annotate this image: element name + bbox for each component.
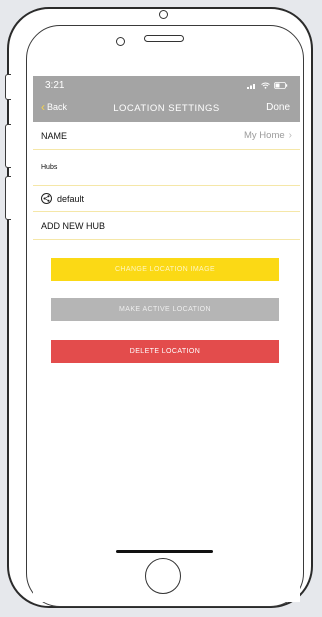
battery-icon bbox=[274, 81, 288, 89]
delete-location-button[interactable]: DELETE LOCATION bbox=[51, 340, 279, 363]
chevron-right-icon: › bbox=[288, 130, 292, 141]
name-row[interactable]: NAME My Home › bbox=[33, 122, 300, 150]
add-new-hub-label: ADD NEW HUB bbox=[41, 220, 106, 231]
app-screen: 3:21 ‹ Back LOCATION SETTINGS Done NAME … bbox=[33, 76, 300, 602]
status-icons bbox=[247, 81, 288, 89]
front-camera bbox=[116, 37, 125, 46]
volume-down-button bbox=[5, 176, 11, 220]
wifi-icon bbox=[261, 82, 270, 89]
home-button bbox=[145, 558, 181, 594]
change-location-image-button[interactable]: CHANGE LOCATION IMAGE bbox=[51, 258, 279, 281]
signal-icon bbox=[247, 83, 255, 89]
hub-name: default bbox=[57, 193, 85, 204]
add-new-hub-row[interactable]: ADD NEW HUB bbox=[33, 212, 300, 240]
status-time: 3:21 bbox=[45, 79, 65, 91]
done-button[interactable]: Done bbox=[266, 102, 290, 113]
share-icon bbox=[41, 193, 52, 204]
nav-bar: ‹ Back LOCATION SETTINGS Done bbox=[33, 94, 300, 122]
volume-up-button bbox=[5, 124, 11, 168]
page-title: LOCATION SETTINGS bbox=[113, 103, 220, 114]
hub-list-item[interactable]: default bbox=[33, 186, 300, 212]
hubs-section-header: Hubs bbox=[33, 150, 300, 186]
earpiece-speaker bbox=[144, 35, 184, 42]
proximity-sensor bbox=[159, 10, 168, 19]
name-value-group: My Home › bbox=[244, 130, 292, 141]
make-active-location-button[interactable]: MAKE ACTIVE LOCATION bbox=[51, 298, 279, 321]
name-value: My Home bbox=[244, 130, 285, 141]
home-indicator bbox=[116, 550, 213, 553]
status-bar: 3:21 bbox=[33, 76, 300, 94]
name-label: NAME bbox=[41, 130, 68, 141]
mute-switch bbox=[5, 74, 11, 100]
hubs-label: Hubs bbox=[41, 164, 58, 171]
